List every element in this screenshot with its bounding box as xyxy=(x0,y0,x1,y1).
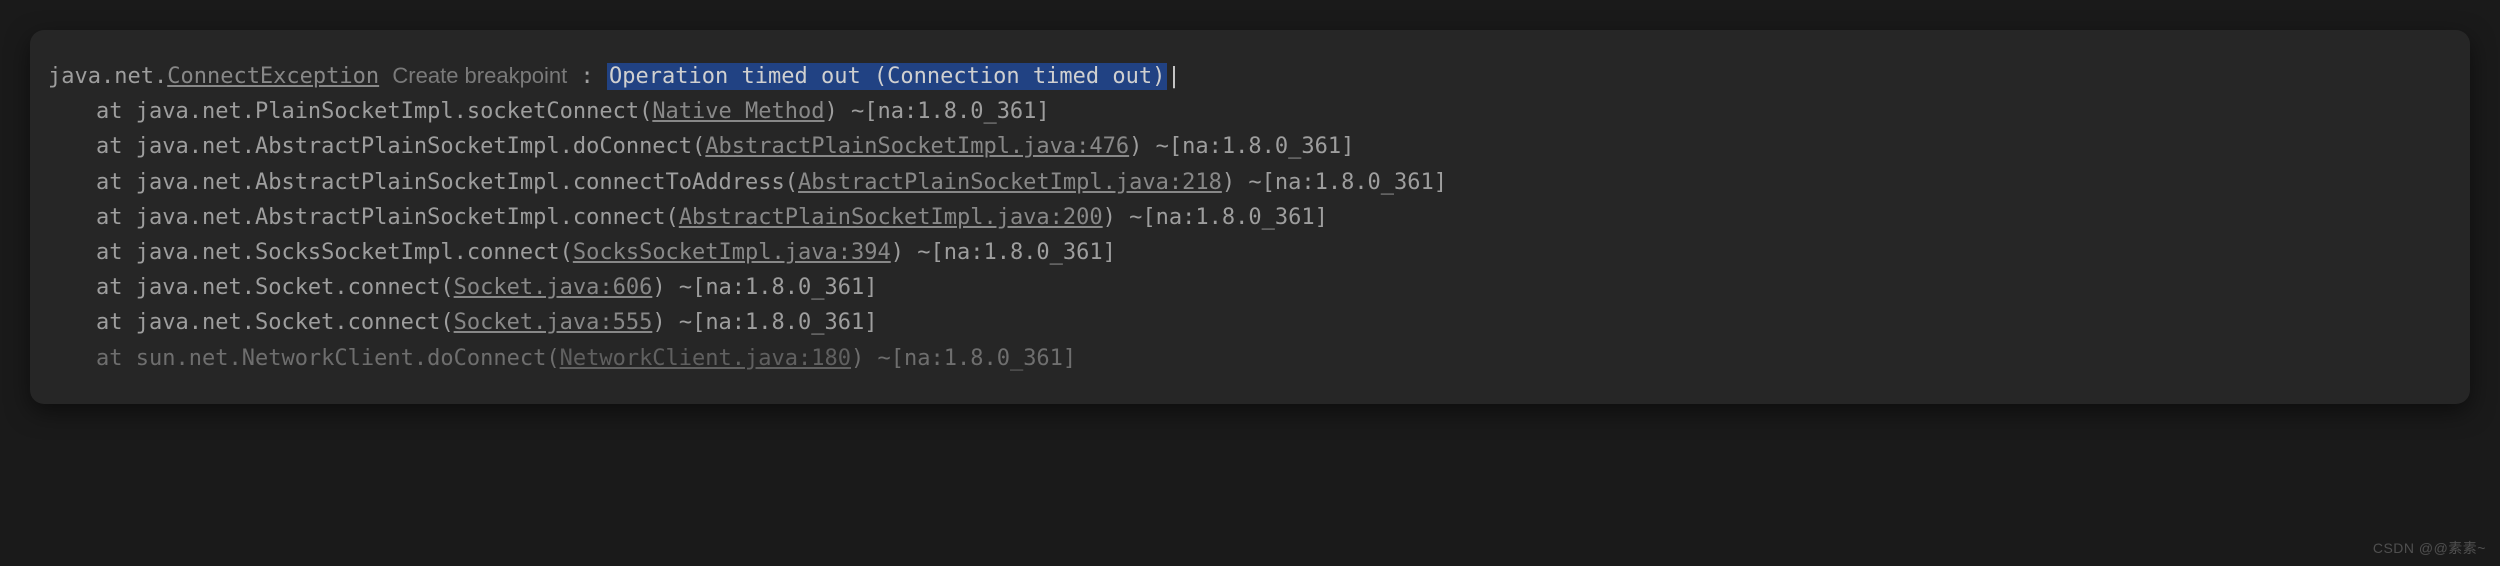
frame-close: ) xyxy=(652,310,665,335)
stack-frame: at java.net.SocksSocketImpl.connect(Sock… xyxy=(48,235,2452,270)
frame-method: java.net.Socket.connect( xyxy=(136,310,454,335)
frame-source-link[interactable]: AbstractPlainSocketImpl.java:200 xyxy=(679,205,1103,230)
csdn-watermark: CSDN @@素素~ xyxy=(2373,538,2486,558)
frame-close: ) xyxy=(1129,134,1142,159)
exception-message-selected[interactable]: Operation timed out (Connection timed ou… xyxy=(607,63,1167,90)
stack-frame: at java.net.PlainSocketImpl.socketConnec… xyxy=(48,94,2452,129)
text-cursor: | xyxy=(1167,64,1180,89)
stack-frame-cutoff: at sun.net.NetworkClient.doConnect(Netwo… xyxy=(48,341,2452,376)
frame-method: java.net.SocksSocketImpl.connect( xyxy=(136,240,573,265)
frame-suffix: ~[na:1.8.0_361] xyxy=(1142,134,1354,159)
frame-source-link[interactable]: AbstractPlainSocketImpl.java:218 xyxy=(798,170,1222,195)
frame-source-link[interactable]: NetworkClient.java:180 xyxy=(560,346,851,371)
stack-frame: at java.net.Socket.connect(Socket.java:6… xyxy=(48,270,2452,305)
frame-prefix: at xyxy=(96,240,136,265)
frame-suffix: ~[na:1.8.0_361] xyxy=(666,310,878,335)
frame-source-link[interactable]: Socket.java:555 xyxy=(454,310,653,335)
frame-close: ) xyxy=(851,346,864,371)
exception-package: java.net. xyxy=(48,64,167,89)
frame-prefix: at xyxy=(96,170,136,195)
frame-close: ) xyxy=(825,99,838,124)
frame-suffix: ~[na:1.8.0_361] xyxy=(1116,205,1328,230)
frame-method: sun.net.NetworkClient.doConnect( xyxy=(136,346,560,371)
frame-prefix: at xyxy=(96,205,136,230)
stack-frame: at java.net.AbstractPlainSocketImpl.conn… xyxy=(48,165,2452,200)
frame-prefix: at xyxy=(96,99,136,124)
frame-prefix: at xyxy=(96,134,136,159)
frame-method: java.net.PlainSocketImpl.socketConnect( xyxy=(136,99,653,124)
frame-close: ) xyxy=(891,240,904,265)
frame-source-link[interactable]: SocksSocketImpl.java:394 xyxy=(573,240,891,265)
frame-suffix: ~[na:1.8.0_361] xyxy=(1235,170,1447,195)
frame-prefix: at xyxy=(96,275,136,300)
exception-class-link[interactable]: ConnectException xyxy=(167,64,379,89)
frame-close: ) xyxy=(1222,170,1235,195)
frame-source-link[interactable]: Socket.java:606 xyxy=(454,275,653,300)
frame-suffix: ~[na:1.8.0_361] xyxy=(666,275,878,300)
frame-prefix: at xyxy=(96,310,136,335)
frame-method: java.net.Socket.connect( xyxy=(136,275,454,300)
exception-header-line: java.net.ConnectException Create breakpo… xyxy=(48,58,2452,94)
create-breakpoint-hint[interactable]: Create breakpoint xyxy=(392,63,567,88)
frame-close: ) xyxy=(652,275,665,300)
frame-method: java.net.AbstractPlainSocketImpl.doConne… xyxy=(136,134,706,159)
frame-suffix: ~[na:1.8.0_361] xyxy=(904,240,1116,265)
frame-prefix: at xyxy=(96,346,136,371)
stack-frame: at java.net.Socket.connect(Socket.java:5… xyxy=(48,305,2452,340)
frame-source-link[interactable]: Native Method xyxy=(652,99,824,124)
colon-separator: : xyxy=(567,64,607,89)
frame-source-link[interactable]: AbstractPlainSocketImpl.java:476 xyxy=(705,134,1129,159)
frame-close: ) xyxy=(1103,205,1116,230)
stack-frame: at java.net.AbstractPlainSocketImpl.conn… xyxy=(48,200,2452,235)
stack-frame: at java.net.AbstractPlainSocketImpl.doCo… xyxy=(48,129,2452,164)
frame-method: java.net.AbstractPlainSocketImpl.connect… xyxy=(136,170,798,195)
frame-method: java.net.AbstractPlainSocketImpl.connect… xyxy=(136,205,679,230)
frame-suffix: ~[na:1.8.0_361] xyxy=(864,346,1076,371)
stacktrace-console[interactable]: java.net.ConnectException Create breakpo… xyxy=(30,30,2470,404)
frame-suffix: ~[na:1.8.0_361] xyxy=(838,99,1050,124)
